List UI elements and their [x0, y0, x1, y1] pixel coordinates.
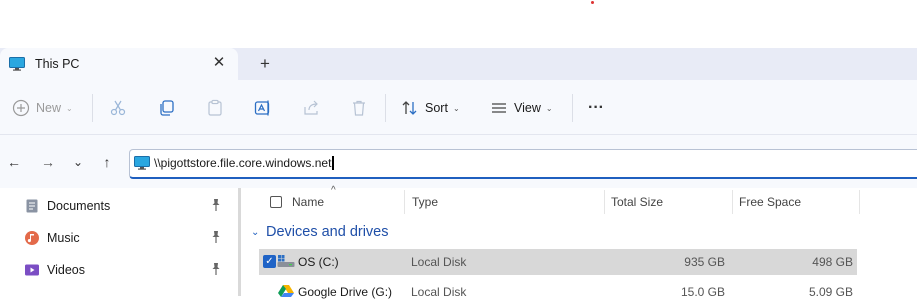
- row-type: Local Disk: [411, 255, 467, 269]
- view-label: View: [514, 101, 541, 115]
- column-total-size[interactable]: Total Size: [611, 195, 663, 209]
- delete-button[interactable]: [350, 94, 368, 122]
- chevron-down-icon: ⌄: [251, 226, 260, 238]
- sort-button[interactable]: Sort ⌄: [401, 94, 460, 122]
- sidebar-item-music[interactable]: Music: [24, 225, 234, 251]
- sort-label: Sort: [425, 101, 448, 115]
- tab-bar: This PC ✕ +: [0, 48, 917, 80]
- cut-button[interactable]: [109, 94, 127, 122]
- desktop-background: [0, 0, 917, 48]
- copy-button[interactable]: [158, 94, 176, 122]
- up-button[interactable]: ↑: [97, 152, 117, 172]
- sidebar-item-label: Documents: [47, 199, 111, 213]
- file-list: ^ Name Type Total Size Free Space ⌄ Devi…: [241, 185, 917, 299]
- row-free-space: 5.09 GB: [808, 285, 853, 299]
- row-name: Google Drive (G:): [298, 285, 393, 299]
- more-options-button[interactable]: ···: [588, 94, 604, 122]
- column-divider[interactable]: [732, 190, 733, 214]
- tab-title: This PC: [35, 57, 80, 71]
- address-bar[interactable]: \\pigottstore.file.core.windows.net: [129, 149, 917, 179]
- pin-icon[interactable]: [210, 262, 222, 276]
- table-row[interactable]: ✓ OS (C:) Local Disk 935 GB 498 GB: [259, 249, 857, 275]
- monitor-icon: [9, 57, 25, 71]
- checkmark-icon[interactable]: ✓: [263, 255, 276, 268]
- row-total-size: 935 GB: [684, 255, 725, 269]
- rename-button[interactable]: [254, 94, 272, 122]
- row-name: OS (C:): [298, 255, 339, 269]
- copy-icon: [160, 100, 174, 116]
- column-header-row: ^ Name Type Total Size Free Space: [241, 185, 917, 216]
- rename-icon: [254, 100, 270, 116]
- navigation-pane: Documents Music Videos: [0, 188, 238, 296]
- new-tab-button[interactable]: +: [255, 54, 275, 74]
- sidebar-item-label: Videos: [47, 263, 85, 277]
- row-type: Local Disk: [411, 285, 467, 299]
- sidebar-item-documents[interactable]: Documents: [24, 193, 234, 219]
- select-all-checkbox[interactable]: [270, 196, 282, 208]
- music-icon: [25, 231, 39, 245]
- chevron-down-icon: ⌄: [452, 103, 460, 113]
- chevron-down-icon: ⌄: [545, 103, 553, 113]
- new-button[interactable]: New ⌄: [12, 94, 73, 122]
- view-button[interactable]: View ⌄: [490, 94, 553, 122]
- share-icon: [304, 100, 318, 115]
- column-free-space[interactable]: Free Space: [739, 195, 801, 209]
- recent-locations-button[interactable]: ⌄: [68, 152, 88, 172]
- plus-circle-icon: [12, 99, 30, 117]
- sidebar-item-videos[interactable]: Videos: [24, 257, 234, 283]
- group-devices-and-drives[interactable]: ⌄ Devices and drives: [251, 224, 389, 240]
- group-label: Devices and drives: [266, 224, 389, 240]
- scissors-icon: [110, 100, 126, 116]
- row-free-space: 498 GB: [812, 255, 853, 269]
- back-button[interactable]: ←: [4, 152, 24, 172]
- divider: [92, 94, 93, 122]
- divider: [572, 94, 573, 122]
- documents-icon: [26, 199, 38, 213]
- text-cursor: [332, 156, 334, 170]
- tab-this-pc[interactable]: This PC ✕: [0, 48, 238, 80]
- sort-icon: [402, 101, 417, 115]
- address-row: ← → ⌄ ↑ \\pigottstore.file.core.windows.…: [0, 135, 917, 188]
- column-divider[interactable]: [404, 190, 405, 214]
- paste-button[interactable]: [206, 94, 224, 122]
- share-button[interactable]: [302, 94, 320, 122]
- trash-icon: [353, 100, 365, 116]
- pin-icon[interactable]: [210, 230, 222, 244]
- column-divider[interactable]: [859, 190, 860, 214]
- chevron-down-icon: ⌄: [66, 103, 73, 113]
- notification-dot: [591, 1, 594, 4]
- clipboard-icon: [208, 99, 222, 116]
- address-path: \\pigottstore.file.core.windows.net: [154, 156, 332, 170]
- close-tab-button[interactable]: ✕: [211, 54, 227, 72]
- table-row[interactable]: Google Drive (G:) Local Disk 15.0 GB 5.0…: [259, 279, 857, 305]
- sidebar-item-label: Music: [47, 231, 80, 245]
- address-text[interactable]: \\pigottstore.file.core.windows.net: [154, 156, 334, 170]
- forward-button[interactable]: →: [38, 152, 58, 172]
- column-divider[interactable]: [604, 190, 605, 214]
- pin-icon[interactable]: [210, 198, 222, 212]
- videos-icon: [25, 264, 39, 276]
- command-bar: New ⌄ Sort ⌄ View ⌄ ···: [0, 80, 917, 135]
- divider: [385, 94, 386, 122]
- monitor-icon: [134, 156, 150, 170]
- view-lines-icon: [492, 103, 506, 113]
- sort-ascending-icon: ^: [331, 185, 336, 196]
- row-total-size: 15.0 GB: [680, 285, 725, 299]
- new-label: New: [36, 101, 62, 115]
- column-type[interactable]: Type: [412, 195, 438, 209]
- local-disk-icon: [277, 255, 295, 267]
- column-name[interactable]: Name: [292, 195, 324, 209]
